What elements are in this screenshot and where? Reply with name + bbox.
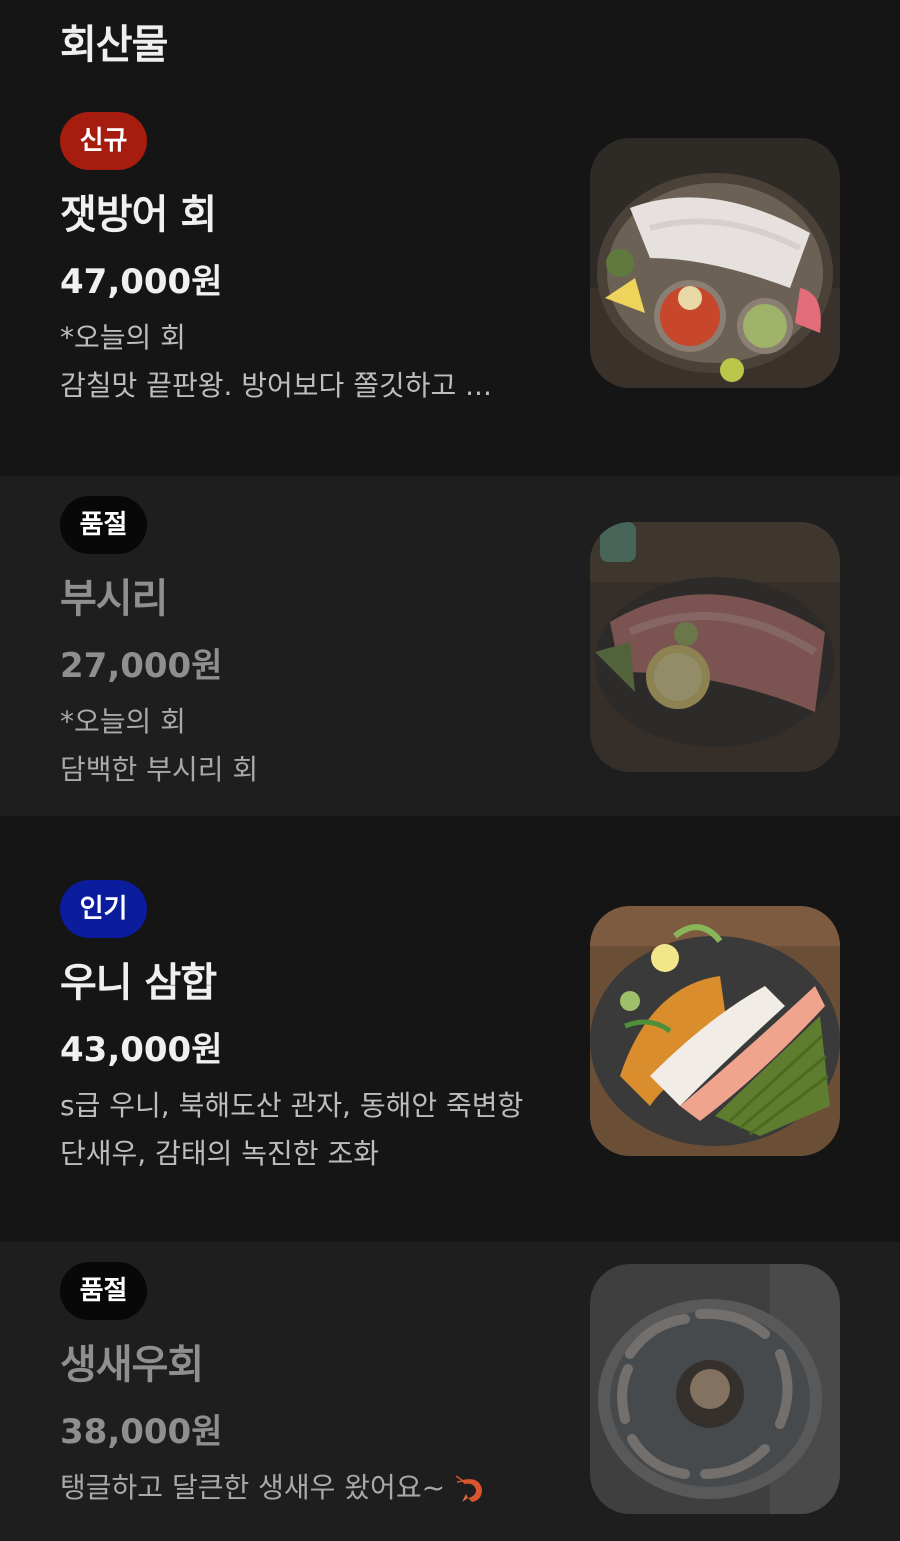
description-line: *오늘의 회 [60,705,186,738]
menu-item-description: *오늘의 회 담백한 부시리 회 [60,698,258,794]
section-title: 회산물 [60,22,168,68]
menu-item-price: 27,000원 [60,646,223,686]
description-text: 탱글하고 달큰한 생새우 왔어요~ [60,1471,446,1504]
menu-item-name: 잿방어 회 [60,192,217,238]
shrimp-icon [455,1475,482,1502]
sold-out-badge: 품절 [60,496,147,554]
description-line: s급 우니, 북해도산 관자, 동해안 죽변항 [60,1089,524,1122]
sashimi-plate-photo[interactable] [590,522,840,772]
menu-item-name: 부시리 [60,576,168,622]
menu-item-amberjack[interactable]: 신규 잿방어 회 47,000원 *오늘의 회 감칠맛 끝판왕. 방어보다 쫄깃… [0,88,900,476]
menu-item-name: 생새우회 [60,1342,204,1388]
new-badge: 신규 [60,112,147,170]
menu-item-price: 47,000원 [60,262,223,302]
sashimi-plate-photo[interactable] [590,138,840,388]
menu-item-yellowtail[interactable]: 품절 부시리 27,000원 *오늘의 회 담백한 부시리 회 [0,476,900,816]
menu-item-price: 43,000원 [60,1030,223,1070]
menu-item-description: 탱글하고 달큰한 생새우 왔어요~ [60,1464,488,1512]
description-line: 감칠맛 끝판왕. 방어보다 쫄깃하고 ... [60,369,492,402]
description-line: *오늘의 회 [60,321,186,354]
description-line: 탱글하고 달큰한 생새우 왔어요~ [60,1464,488,1512]
uni-platter-photo[interactable] [590,906,840,1156]
menu-item-name: 우니 삼합 [60,960,217,1006]
menu-item-raw-shrimp[interactable]: 품절 생새우회 38,000원 탱글하고 달큰한 생새우 왔어요~ [0,1242,900,1541]
menu-item-description: *오늘의 회 감칠맛 끝판왕. 방어보다 쫄깃하고 ... [60,314,492,410]
menu-item-uni-samhap[interactable]: 인기 우니 삼합 43,000원 s급 우니, 북해도산 관자, 동해안 죽변항… [0,816,900,1242]
menu-item-description: s급 우니, 북해도산 관자, 동해안 죽변항 단새우, 감태의 녹진한 조화 [60,1082,523,1178]
description-line: 담백한 부시리 회 [60,753,259,786]
description-line: 단새우, 감태의 녹진한 조화 [60,1137,379,1170]
sold-out-badge: 품절 [60,1262,147,1320]
popular-badge: 인기 [60,880,147,938]
raw-shrimp-photo[interactable] [590,1264,840,1514]
menu-item-price: 38,000원 [60,1412,223,1452]
